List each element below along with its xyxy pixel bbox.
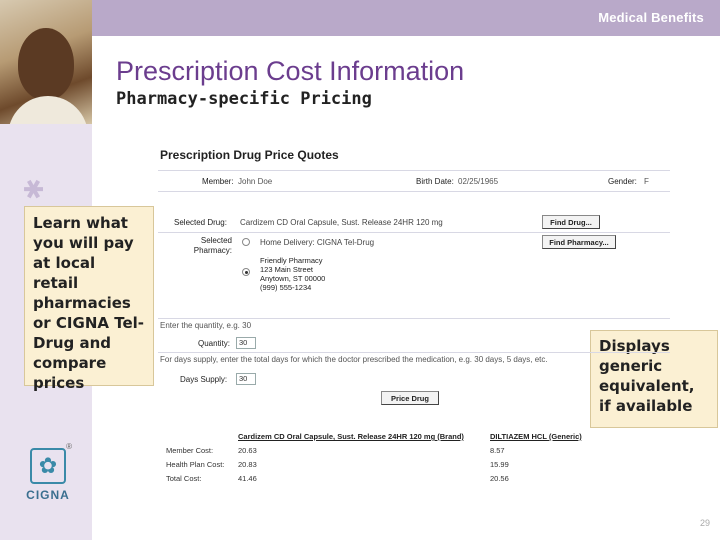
right-callout: Displays generic equivalent, if availabl… bbox=[590, 330, 718, 428]
total-cost-generic: 20.56 bbox=[490, 474, 509, 483]
member-cost-generic: 8.57 bbox=[490, 446, 505, 455]
health-plan-cost-brand: 20.83 bbox=[238, 460, 257, 469]
pharmacy-address: 123 Main Street bbox=[260, 265, 313, 274]
pharmacy-phone: (999) 555-1234 bbox=[260, 283, 312, 292]
birth-date-label: Birth Date: bbox=[416, 177, 454, 186]
health-plan-cost-label: Health Plan Cost: bbox=[166, 460, 225, 469]
total-cost-brand: 41.46 bbox=[238, 474, 257, 483]
member-cost-label: Member Cost: bbox=[166, 446, 214, 455]
member-cost-brand: 20.63 bbox=[238, 446, 257, 455]
slide-subtitle: Pharmacy-specific Pricing bbox=[116, 89, 372, 109]
pharmacy-name: Friendly Pharmacy bbox=[260, 256, 323, 265]
quantity-instruction: Enter the quantity, e.g. 30 bbox=[160, 321, 252, 330]
find-drug-button[interactable]: Find Drug... bbox=[542, 215, 600, 229]
person-photo bbox=[0, 0, 92, 124]
gender-label: Gender: bbox=[608, 177, 637, 186]
pharmacy-details: Friendly Pharmacy 123 Main Street Anytow… bbox=[260, 256, 325, 292]
member-value: John Doe bbox=[238, 177, 273, 186]
health-plan-cost-generic: 15.99 bbox=[490, 460, 509, 469]
quotes-heading: Prescription Drug Price Quotes bbox=[160, 148, 339, 162]
left-callout: Learn what you will pay at local retail … bbox=[24, 206, 154, 392]
page-number: 29 bbox=[699, 518, 710, 528]
slide-title: Prescription Cost Information bbox=[116, 56, 465, 86]
price-drug-button[interactable]: Price Drug bbox=[381, 391, 439, 405]
selected-drug-value: Cardizem CD Oral Capsule, Sust. Release … bbox=[240, 218, 443, 227]
radio-home-delivery[interactable] bbox=[242, 238, 250, 246]
days-supply-input[interactable]: 30 bbox=[236, 373, 256, 385]
decorative-pattern: ✱ bbox=[20, 178, 50, 200]
home-delivery-label: Home Delivery: CIGNA Tel-Drug bbox=[260, 238, 375, 247]
price-quote-panel: Prescription Drug Price Quotes Member: J… bbox=[158, 140, 670, 500]
days-supply-label: Days Supply: bbox=[180, 375, 228, 384]
brand-column-header: Cardizem CD Oral Capsule, Sust. Release … bbox=[238, 432, 464, 441]
cigna-logo: ® ✿ CIGNA bbox=[18, 442, 78, 528]
total-cost-label: Total Cost: bbox=[166, 474, 202, 483]
find-pharmacy-button[interactable]: Find Pharmacy... bbox=[542, 235, 616, 249]
member-label: Member: bbox=[202, 177, 234, 186]
days-instruction: For days supply, enter the total days fo… bbox=[160, 355, 548, 364]
tree-icon: ✿ bbox=[30, 448, 66, 484]
pharmacy-city: Anytown, ST 00000 bbox=[260, 274, 326, 283]
quantity-label: Quantity: bbox=[198, 339, 231, 348]
radio-retail-pharmacy[interactable] bbox=[242, 268, 250, 276]
top-banner: Medical Benefits bbox=[92, 0, 720, 36]
selected-drug-label: Selected Drug: bbox=[174, 218, 227, 227]
member-row: Member: John Doe Birth Date: 02/25/1965 … bbox=[158, 170, 670, 192]
gender-value: F bbox=[644, 177, 649, 186]
logo-wordmark: CIGNA bbox=[26, 488, 70, 502]
selected-pharmacy-label: Selected Pharmacy: bbox=[193, 236, 232, 255]
generic-column-header: DILTIAZEM HCL (Generic) bbox=[490, 432, 582, 441]
birth-date-value: 02/25/1965 bbox=[458, 177, 499, 186]
brand-label: Medical Benefits bbox=[598, 10, 704, 25]
quantity-input[interactable]: 30 bbox=[236, 337, 256, 349]
